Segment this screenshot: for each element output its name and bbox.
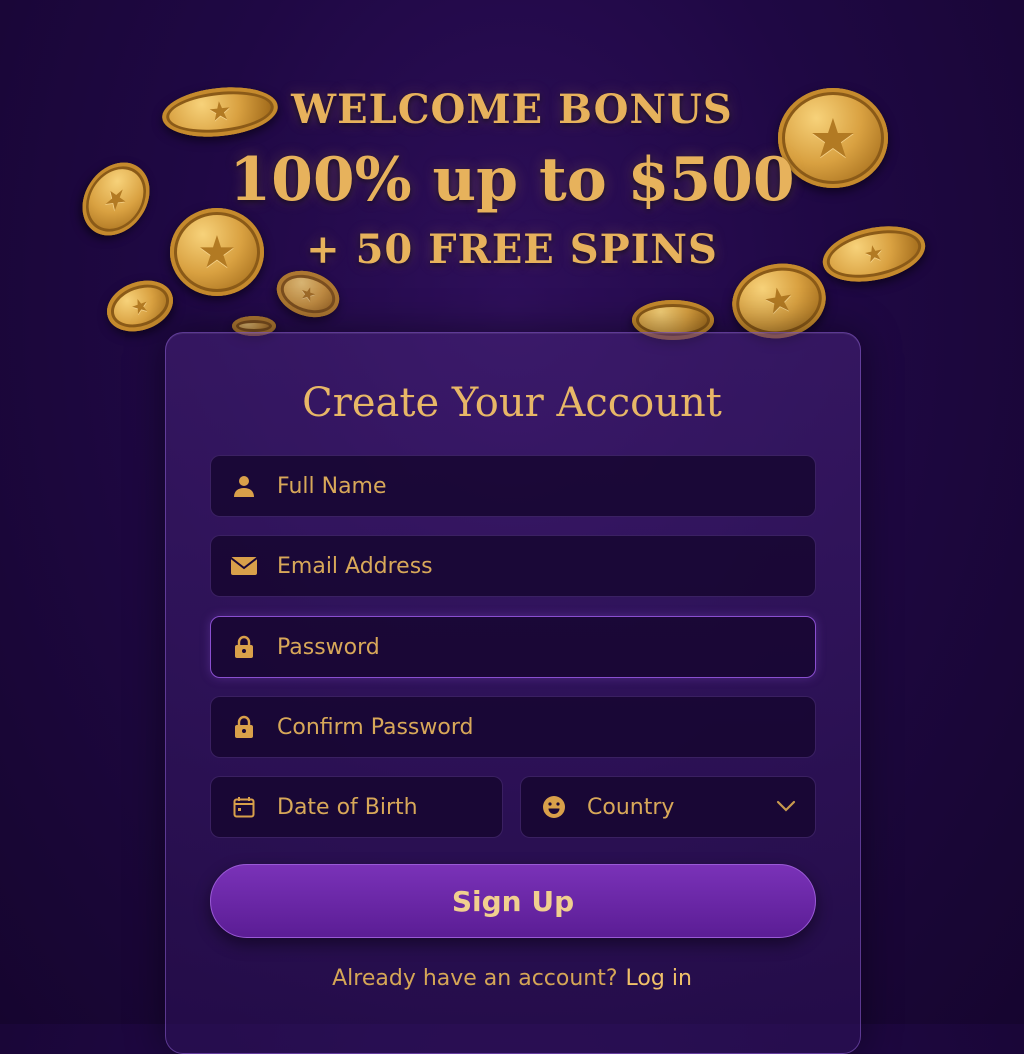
bonus-label: WELCOME BONUS xyxy=(291,86,733,133)
email-placeholder: Email Address xyxy=(277,553,433,579)
full-name-placeholder: Full Name xyxy=(277,473,387,499)
user-icon xyxy=(211,474,277,498)
form-title: Create Your Account xyxy=(302,380,722,426)
sign-up-button[interactable]: Sign Up xyxy=(210,864,816,938)
login-prompt-text: Already have an account? xyxy=(332,966,618,991)
smiley-icon xyxy=(521,795,587,819)
confirm-password-placeholder: Confirm Password xyxy=(277,714,474,740)
confirm-password-field[interactable]: Confirm Password xyxy=(210,696,816,758)
bonus-amount: 100% up to $500 xyxy=(229,145,795,215)
lock-icon xyxy=(211,715,277,739)
coin-icon: ★ xyxy=(99,271,181,341)
email-field[interactable]: Email Address xyxy=(210,535,816,597)
login-prompt-row: Already have an account? Log in xyxy=(0,966,1024,991)
signup-card xyxy=(165,332,861,1054)
password-field[interactable]: Password xyxy=(210,616,816,678)
lock-icon xyxy=(211,635,277,659)
free-spins: + 50 FREE SPINS xyxy=(306,226,718,273)
date-of-birth-field[interactable]: Date of Birth xyxy=(210,776,503,838)
password-placeholder: Password xyxy=(277,634,380,660)
country-select[interactable]: Country xyxy=(520,776,816,838)
country-placeholder: Country xyxy=(587,794,675,820)
calendar-icon xyxy=(211,796,277,818)
welcome-bonus-banner: ★ ★ ★ ★ ★ ★ ★ ★ WELCOME BONUS 100% up to… xyxy=(0,0,1024,346)
login-link[interactable]: Log in xyxy=(626,966,692,991)
date-of-birth-placeholder: Date of Birth xyxy=(277,794,418,820)
full-name-field[interactable]: Full Name xyxy=(210,455,816,517)
envelope-icon xyxy=(211,556,277,576)
chevron-down-icon xyxy=(775,795,797,821)
